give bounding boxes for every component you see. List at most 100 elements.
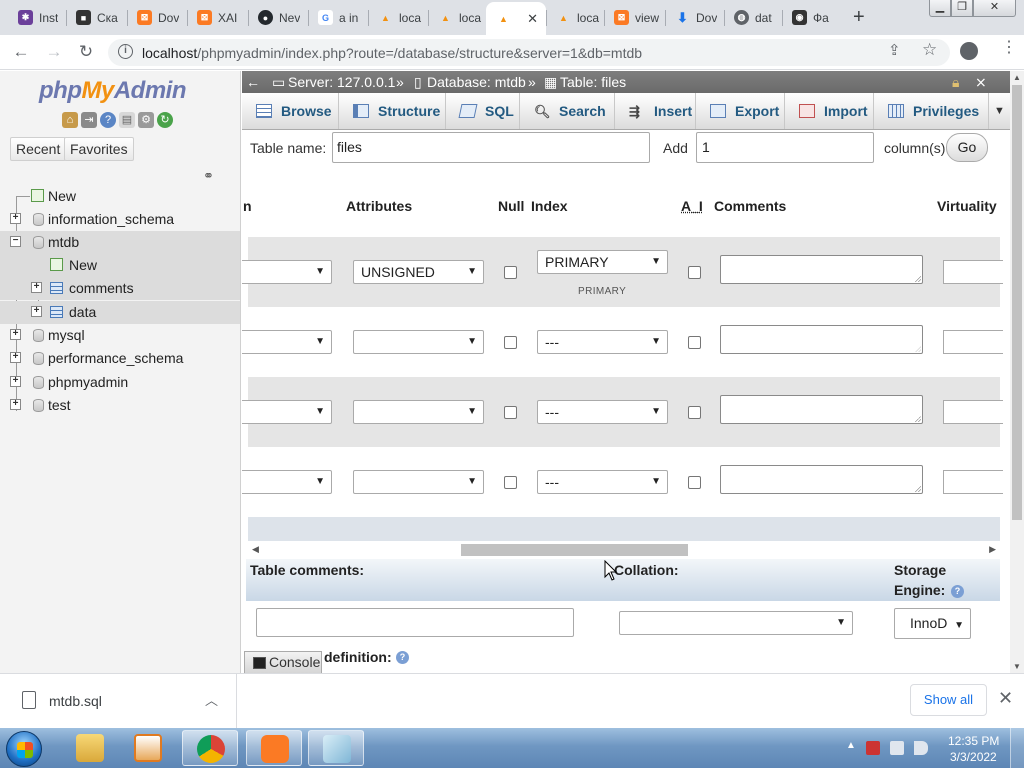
more-menu-icon[interactable]: ⋮ bbox=[1001, 40, 1017, 56]
taskbar-explorer[interactable] bbox=[62, 730, 118, 766]
volume-icon[interactable] bbox=[914, 741, 928, 755]
expand-icon[interactable]: + bbox=[31, 306, 42, 317]
comments-textarea[interactable] bbox=[720, 255, 923, 284]
phpmyadmin-logo[interactable]: phpMyAdmin bbox=[39, 77, 187, 105]
documentation-icon[interactable]: ▤ bbox=[119, 112, 135, 128]
tree-item-information-schema[interactable]: + information_schema bbox=[0, 208, 240, 231]
virtuality-select[interactable] bbox=[943, 470, 1003, 494]
type-select[interactable]: ▼ bbox=[242, 260, 332, 284]
tree-item-mtdb[interactable]: − mtdb bbox=[0, 231, 240, 254]
attributes-select[interactable]: ▼ bbox=[353, 470, 484, 494]
help-icon[interactable]: ? bbox=[396, 651, 409, 664]
vertical-scrollbar[interactable]: ▲ ▼ bbox=[1010, 71, 1024, 673]
favorite-tables-button[interactable]: Favorites bbox=[64, 137, 134, 161]
expand-icon[interactable]: + bbox=[10, 213, 21, 224]
profile-avatar-icon[interactable] bbox=[960, 42, 978, 60]
back-arrow-icon[interactable]: ← bbox=[9, 41, 33, 65]
scroll-left-arrow-icon[interactable]: ◀ bbox=[252, 544, 259, 555]
minimize-button[interactable]: ▁ bbox=[929, 0, 951, 17]
tab-privileges[interactable]: Privileges bbox=[874, 93, 989, 129]
browser-tab[interactable]: Ga in bbox=[308, 4, 368, 31]
start-button[interactable] bbox=[6, 731, 42, 767]
expand-icon[interactable]: + bbox=[10, 352, 21, 363]
browser-tab[interactable]: ▲ loca bbox=[368, 4, 428, 31]
browser-tab[interactable]: ⊠ Dov bbox=[127, 4, 187, 31]
browser-tab[interactable]: ● Nev bbox=[248, 4, 308, 31]
taskbar-media-player[interactable] bbox=[120, 730, 176, 766]
tree-item-comments[interactable]: + comments bbox=[0, 277, 240, 300]
close-download-bar-icon[interactable]: ✕ bbox=[998, 688, 1013, 709]
tree-item-phpmyadmin[interactable]: + phpmyadmin bbox=[0, 371, 240, 394]
restore-button[interactable]: ❐ bbox=[951, 0, 973, 17]
chevron-up-icon[interactable]: ︿ bbox=[205, 690, 218, 709]
breadcrumb-server[interactable]: Server: 127.0.0.1 bbox=[288, 71, 395, 93]
expand-icon[interactable]: + bbox=[10, 399, 21, 410]
tree-item-data[interactable]: + data bbox=[0, 301, 240, 324]
index-select[interactable]: PRIMARY ▼ bbox=[537, 250, 668, 274]
logout-icon[interactable]: ⇥ bbox=[81, 112, 97, 128]
show-desktop-button[interactable] bbox=[1010, 728, 1024, 768]
null-checkbox[interactable] bbox=[504, 336, 517, 349]
expand-icon[interactable]: + bbox=[10, 376, 21, 387]
comments-textarea[interactable] bbox=[720, 395, 923, 424]
bookmark-star-icon[interactable]: ☆ bbox=[922, 40, 937, 60]
show-all-downloads-button[interactable]: Show all bbox=[910, 684, 987, 716]
tree-item-mysql[interactable]: + mysql bbox=[0, 324, 240, 347]
close-breadcrumb-icon[interactable]: ⨯ bbox=[975, 71, 987, 93]
address-bar[interactable]: i localhost/phpmyadmin/index.php?route=/… bbox=[108, 39, 950, 66]
tree-item-mtdb-new[interactable]: New bbox=[0, 254, 240, 277]
clock-time[interactable]: 12:35 PM bbox=[948, 734, 999, 748]
auto-increment-checkbox[interactable] bbox=[688, 336, 701, 349]
attributes-select[interactable]: UNSIGNED ▼ bbox=[353, 260, 484, 284]
collapse-icon[interactable]: − bbox=[10, 236, 21, 247]
attributes-select[interactable]: ▼ bbox=[353, 400, 484, 424]
tab-search[interactable]: 🔍︎ Search bbox=[520, 93, 615, 129]
index-select[interactable]: --- ▼ bbox=[537, 470, 668, 494]
virtuality-select[interactable] bbox=[943, 260, 1003, 284]
tree-item-new[interactable]: New bbox=[0, 185, 240, 208]
type-select[interactable]: ▼ bbox=[242, 400, 332, 424]
browser-tab-active[interactable]: ▲ ✕ bbox=[486, 2, 546, 35]
add-columns-count-input[interactable]: 1 bbox=[696, 132, 874, 163]
action-center-flag-icon[interactable] bbox=[866, 741, 880, 755]
virtuality-select[interactable] bbox=[943, 330, 1003, 354]
browser-tab[interactable]: ◍ dat bbox=[724, 4, 782, 31]
recent-tables-button[interactable]: Recent bbox=[10, 137, 67, 161]
type-select[interactable]: ▼ bbox=[242, 470, 332, 494]
tab-browse[interactable]: Browse bbox=[242, 93, 339, 129]
browser-tab[interactable]: ✱ Inst bbox=[8, 4, 66, 31]
table-comments-input[interactable] bbox=[256, 608, 574, 637]
null-checkbox[interactable] bbox=[504, 476, 517, 489]
browser-tab[interactable]: ▲ loca bbox=[428, 4, 486, 31]
browser-tab[interactable]: ■ Ска bbox=[66, 4, 127, 31]
url-text[interactable]: localhost/phpmyadmin/index.php?route=/da… bbox=[142, 45, 642, 61]
expand-icon[interactable]: + bbox=[31, 282, 42, 293]
scroll-right-arrow-icon[interactable]: ▶ bbox=[989, 544, 996, 555]
home-icon[interactable]: ⌂ bbox=[62, 112, 78, 128]
comments-textarea[interactable] bbox=[720, 465, 923, 494]
taskbar-chrome[interactable] bbox=[182, 730, 238, 766]
window-close-button[interactable]: ✕ bbox=[973, 0, 1016, 17]
clock-date[interactable]: 3/3/2022 bbox=[950, 750, 997, 764]
expand-icon[interactable]: + bbox=[10, 329, 21, 340]
console-toggle[interactable]: Console bbox=[244, 651, 322, 673]
browser-tab[interactable]: ⊠ view bbox=[604, 4, 665, 31]
reload-navigation-icon[interactable]: ↻ bbox=[157, 112, 173, 128]
close-tab-icon[interactable]: ✕ bbox=[527, 11, 538, 27]
network-icon[interactable] bbox=[890, 741, 904, 755]
tab-import[interactable]: Import bbox=[785, 93, 874, 129]
table-name-input[interactable]: files bbox=[332, 132, 650, 163]
new-tab-button[interactable]: + bbox=[853, 6, 865, 29]
tab-insert[interactable]: ⇶ Insert bbox=[615, 93, 696, 129]
help-icon[interactable]: ? bbox=[100, 112, 116, 128]
tab-structure[interactable]: Structure bbox=[339, 93, 446, 129]
lock-icon[interactable]: 🔒︎ bbox=[952, 71, 959, 93]
share-icon[interactable]: ⇪ bbox=[888, 41, 901, 59]
browser-tab[interactable]: ⬇ Dov bbox=[665, 4, 724, 31]
storage-engine-select[interactable]: InnoD ▼ bbox=[894, 608, 971, 639]
null-checkbox[interactable] bbox=[504, 406, 517, 419]
taskbar-notepad[interactable] bbox=[308, 730, 364, 766]
auto-increment-checkbox[interactable] bbox=[688, 406, 701, 419]
scrollbar-thumb[interactable] bbox=[461, 544, 688, 556]
auto-increment-checkbox[interactable] bbox=[688, 476, 701, 489]
